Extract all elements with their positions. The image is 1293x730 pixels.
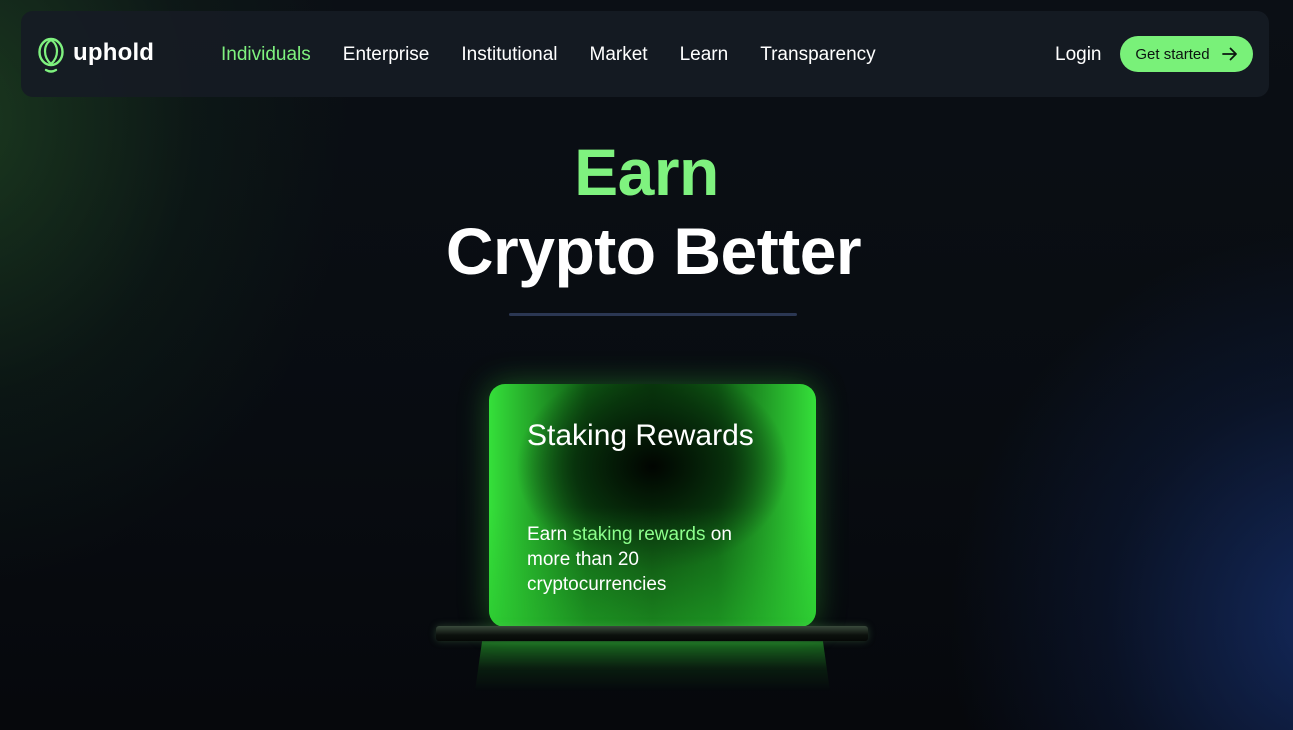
- arrow-right-icon: [1221, 47, 1237, 61]
- logo-text: uphold: [73, 39, 155, 66]
- hero-divider: [509, 313, 797, 316]
- uphold-logo-icon: [38, 37, 64, 73]
- hero-heading-accent: Earn: [574, 135, 719, 209]
- card-reflection: [475, 641, 830, 691]
- card-platform: [436, 626, 868, 641]
- nav-link-institutional[interactable]: Institutional: [461, 43, 557, 67]
- card-text-start: Earn: [527, 524, 573, 545]
- top-navbar: uphold Individuals Enterprise Institutio…: [21, 11, 1269, 97]
- login-link[interactable]: Login: [1055, 43, 1102, 67]
- card-title: Staking Rewards: [527, 419, 754, 452]
- card-description: Earn staking rewards on more than 20 cry…: [527, 522, 777, 597]
- logo[interactable]: uphold: [37, 35, 154, 75]
- nav-link-transparency[interactable]: Transparency: [760, 43, 875, 67]
- get-started-label: Get started: [1135, 45, 1210, 63]
- hero-heading-main: Crypto Better: [445, 214, 862, 288]
- nav-link-individuals[interactable]: Individuals: [221, 43, 311, 67]
- nav-link-enterprise[interactable]: Enterprise: [343, 43, 430, 67]
- get-started-button[interactable]: Get started: [1120, 36, 1253, 72]
- card-text-highlight: staking rewards: [572, 524, 706, 545]
- staking-rewards-card[interactable]: Staking Rewards Earn staking rewards on …: [489, 384, 816, 627]
- nav-link-market[interactable]: Market: [590, 43, 648, 67]
- page: uphold Individuals Enterprise Institutio…: [0, 0, 1293, 730]
- nav-link-learn[interactable]: Learn: [680, 43, 729, 67]
- main-nav: Individuals Enterprise Institutional Mar…: [221, 43, 908, 67]
